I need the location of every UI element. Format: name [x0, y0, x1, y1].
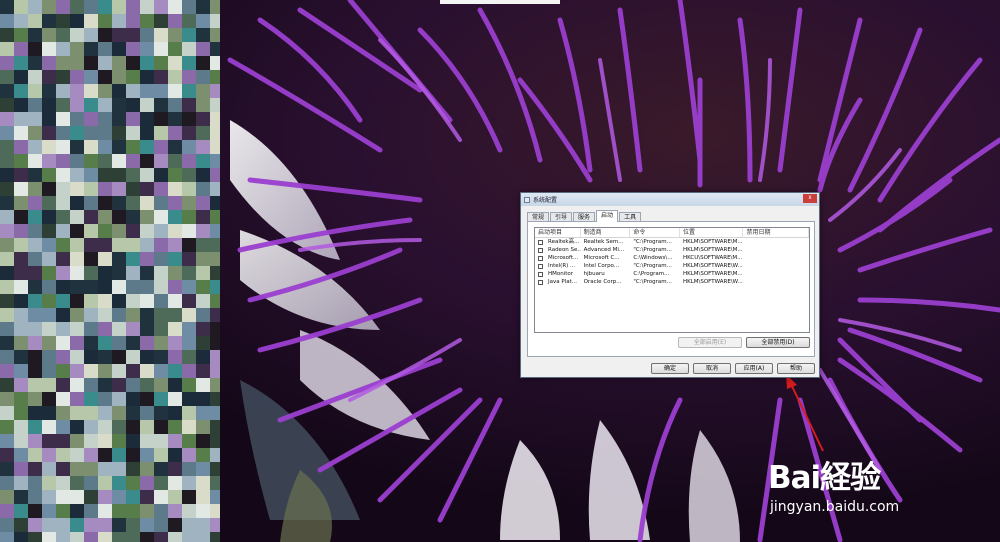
- manufacturer-cell: Intel Corpo...: [583, 263, 620, 269]
- command-cell: C:\Program...: [633, 271, 670, 277]
- location-cell: HKLM\SOFTWARE\M...: [682, 271, 743, 277]
- system-configuration-window: 系统配置 x 常规 引导 服务 启动 工具 启动项目 制造商 命令 位置 禁用日…: [520, 192, 820, 378]
- table-row[interactable]: ✓ Realtek高...Realtek Sem... "C:\Program...…: [535, 238, 809, 246]
- column-command[interactable]: 命令: [630, 228, 680, 237]
- startup-item-checkbox[interactable]: ✓: [538, 263, 543, 269]
- help-button[interactable]: 帮助: [777, 363, 815, 374]
- startup-item-cell: ✓ HMonitor: [535, 270, 581, 278]
- location-cell: HKCU\SOFTWARE\M...: [682, 255, 743, 261]
- command-cell: "C:\Program...: [633, 279, 672, 285]
- manufacturer-cell: Microsoft C...: [583, 255, 620, 261]
- title-bar[interactable]: 系统配置: [521, 193, 819, 206]
- startup-tab-panel: 启动项目 制造商 命令 位置 禁用日期 ✓ Realtek高...Realtek …: [527, 221, 815, 357]
- column-manufacturer[interactable]: 制造商: [581, 228, 631, 237]
- startup-item-checkbox[interactable]: ✓: [538, 239, 543, 245]
- table-row[interactable]: ✓ HMonitor hjbuaru C:\Program... HKLM\SOFTWA…: [535, 270, 809, 278]
- startup-item-name: Microsoft...: [548, 255, 579, 261]
- top-edge-strip: [440, 0, 560, 4]
- disable-all-button[interactable]: 全部禁用(D): [746, 337, 810, 348]
- command-cell: "C:\Program...: [633, 239, 672, 245]
- startup-item-checkbox[interactable]: ✓: [538, 247, 543, 253]
- table-row[interactable]: ✓ Intel(R) ... Intel Corpo... "C:\Program..…: [535, 262, 809, 270]
- baidu-logo-watermark: Bai経验: [768, 460, 881, 496]
- location-cell: HKLM\SOFTWARE\W...: [682, 279, 743, 285]
- location-cell: HKLM\SOFTWARE\W...: [682, 263, 743, 269]
- startup-item-name: Realtek高...: [548, 239, 580, 245]
- app-icon: [524, 196, 530, 203]
- list-rows: ✓ Realtek高...Realtek Sem... "C:\Program...…: [535, 238, 809, 286]
- startup-item-name: Radeon Se...: [548, 247, 581, 253]
- cancel-button[interactable]: 取消: [693, 363, 731, 374]
- ok-button[interactable]: 确定: [651, 363, 689, 374]
- manufacturer-cell: Oracle Corp...: [583, 279, 622, 285]
- column-date-disabled[interactable]: 禁用日期: [743, 228, 809, 237]
- startup-item-cell: ✓ Microsoft...: [535, 254, 581, 262]
- location-cell: HKLM\SOFTWARE\M...: [682, 247, 743, 253]
- startup-item-name: Intel(R) ...: [548, 263, 576, 269]
- startup-item-cell: ✓ Intel(R) ...: [535, 262, 581, 270]
- manufacturer-cell: hjbuaru: [583, 271, 605, 277]
- startup-item-checkbox[interactable]: ✓: [538, 279, 543, 285]
- startup-item-checkbox[interactable]: ✓: [538, 255, 543, 261]
- column-startup-item[interactable]: 启动项目: [535, 228, 581, 237]
- startup-item-name: Java Plat...: [548, 279, 577, 285]
- table-row[interactable]: ✓ Java Plat... Oracle Corp... "C:\Program..…: [535, 278, 809, 286]
- manufacturer-cell: Realtek Sem...: [583, 239, 624, 245]
- table-row[interactable]: ✓ Radeon Se...Advanced Mi... "C:\Program..…: [535, 246, 809, 254]
- command-cell: "C:\Program...: [633, 247, 672, 253]
- list-header: 启动项目 制造商 命令 位置 禁用日期: [535, 228, 809, 238]
- tab-startup[interactable]: 启动: [596, 210, 619, 222]
- column-location[interactable]: 位置: [680, 228, 744, 237]
- close-button[interactable]: x: [803, 194, 817, 203]
- manufacturer-cell: Advanced Mi...: [583, 247, 625, 253]
- apply-button[interactable]: 应用(A): [735, 363, 773, 374]
- enable-all-button[interactable]: 全部启用(E): [678, 337, 742, 348]
- watermark-url: jingyan.baidu.com: [770, 499, 900, 515]
- command-cell: C:\Windows\...: [633, 255, 673, 261]
- table-row[interactable]: ✓ Microsoft... Microsoft C... C:\Windows\..…: [535, 254, 809, 262]
- startup-item-cell: ✓ Java Plat...: [535, 278, 581, 286]
- tab-strip: 常规 引导 服务 启动 工具: [527, 210, 642, 222]
- pixelated-region: [0, 0, 220, 542]
- startup-item-cell: ✓ Radeon Se...: [535, 246, 581, 254]
- startup-item-cell: ✓ Realtek高...: [535, 238, 581, 246]
- startup-items-list[interactable]: 启动项目 制造商 命令 位置 禁用日期 ✓ Realtek高...Realtek …: [534, 227, 810, 333]
- startup-item-name: HMonitor: [548, 271, 574, 277]
- startup-item-checkbox[interactable]: ✓: [538, 271, 543, 277]
- window-title: 系统配置: [533, 197, 558, 204]
- command-cell: "C:\Program...: [633, 263, 672, 269]
- location-cell: HKLM\SOFTWARE\M...: [682, 239, 743, 245]
